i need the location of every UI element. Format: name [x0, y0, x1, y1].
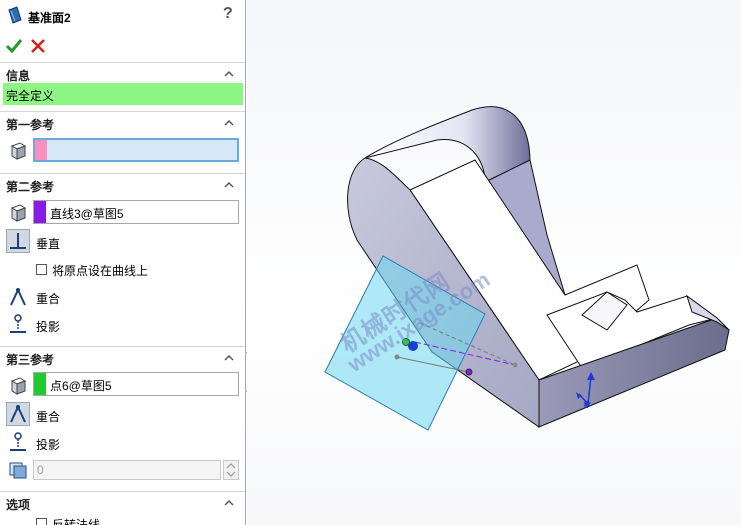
- third-reference-header[interactable]: 第三参考: [0, 346, 245, 368]
- offset-distance-spinner[interactable]: [223, 460, 239, 480]
- second-reference-title: 第二参考: [6, 180, 55, 194]
- coincident-button-2[interactable]: [6, 285, 30, 309]
- coincident-button-3[interactable]: [6, 402, 30, 426]
- spinner-arrows-icon: [226, 463, 236, 477]
- options-section-title: 选项: [6, 498, 31, 512]
- origin-on-curve-label: 将原点设在曲线上: [52, 264, 149, 278]
- options-section-header[interactable]: 选项: [0, 491, 245, 513]
- sketch-endpoint-2[interactable]: [394, 354, 400, 360]
- flip-normal-label: 反转法线: [52, 518, 101, 525]
- entity-cube-icon: [10, 142, 27, 160]
- model-view[interactable]: ✱: [247, 0, 741, 525]
- flip-normal-checkbox[interactable]: [36, 518, 47, 525]
- project-button-3[interactable]: [6, 430, 30, 454]
- perpendicular-icon: [10, 233, 26, 249]
- second-reference-header[interactable]: 第二参考: [0, 173, 245, 195]
- property-manager-panel: 基准面2 ? 信息 完全定义 第一参考 第二参考 直线3@草图5 垂直 将原点设…: [0, 0, 246, 525]
- project-icon: [10, 314, 26, 333]
- sketch-point[interactable]: [465, 368, 473, 376]
- collapse-chevron-icon[interactable]: [224, 70, 234, 77]
- origin-on-curve-checkbox[interactable]: [36, 264, 47, 275]
- info-section-header[interactable]: 信息: [0, 62, 245, 84]
- perpendicular-button[interactable]: [6, 229, 30, 253]
- collapse-chevron-icon[interactable]: [224, 181, 234, 188]
- definition-status-text: 完全定义: [6, 89, 55, 103]
- third-reference-color-swatch: [34, 373, 46, 395]
- panel-title: 基准面2: [28, 11, 71, 25]
- collapse-chevron-icon[interactable]: [224, 119, 234, 126]
- axis-triad-origin-icon: ✱: [583, 400, 591, 411]
- project-label-3: 投影: [36, 438, 61, 452]
- coincident-label-2: 重合: [36, 292, 61, 306]
- project-label-2: 投影: [36, 320, 61, 334]
- sketch-endpoint[interactable]: [512, 362, 518, 368]
- third-reference-title: 第三参考: [6, 353, 55, 367]
- confirm-check-icon[interactable]: [6, 38, 22, 54]
- cancel-x-icon[interactable]: [30, 38, 46, 54]
- second-reference-color-swatch: [34, 201, 46, 223]
- coincident-icon: [10, 405, 26, 423]
- perpendicular-label: 垂直: [36, 237, 61, 251]
- first-reference-color-swatch: [35, 140, 47, 160]
- reference-plane-icon: [8, 6, 22, 24]
- collapse-chevron-icon[interactable]: [224, 499, 234, 506]
- second-reference-selection-box[interactable]: 直线3@草图5: [33, 200, 239, 224]
- third-reference-selection-text: 点6@草图5: [50, 379, 112, 393]
- coincident-label-3: 重合: [36, 410, 61, 424]
- coincident-icon: [10, 288, 26, 306]
- first-reference-title: 第一参考: [6, 118, 55, 132]
- offset-distance-icon: [9, 462, 27, 479]
- entity-cube-icon: [10, 204, 27, 222]
- offset-distance-value: 0: [37, 463, 44, 477]
- second-reference-selection-text: 直线3@草图5: [50, 207, 124, 221]
- help-icon[interactable]: ?: [223, 5, 233, 23]
- panel-title-row: 基准面2 ?: [0, 0, 245, 32]
- first-reference-header[interactable]: 第一参考: [0, 111, 245, 133]
- third-reference-selection-box[interactable]: 点6@草图5: [33, 372, 239, 396]
- first-reference-selection-box[interactable]: [33, 138, 239, 162]
- project-icon: [10, 432, 26, 451]
- offset-distance-input[interactable]: 0: [33, 460, 221, 480]
- definition-status-bar: 完全定义: [3, 83, 243, 105]
- collapse-chevron-icon[interactable]: [224, 354, 234, 361]
- info-section-title: 信息: [6, 69, 31, 83]
- project-button-2[interactable]: [6, 312, 30, 336]
- entity-cube-icon: [10, 377, 27, 395]
- graphics-viewport[interactable]: ✱ 机械时代网 www.jxage.com: [247, 0, 741, 525]
